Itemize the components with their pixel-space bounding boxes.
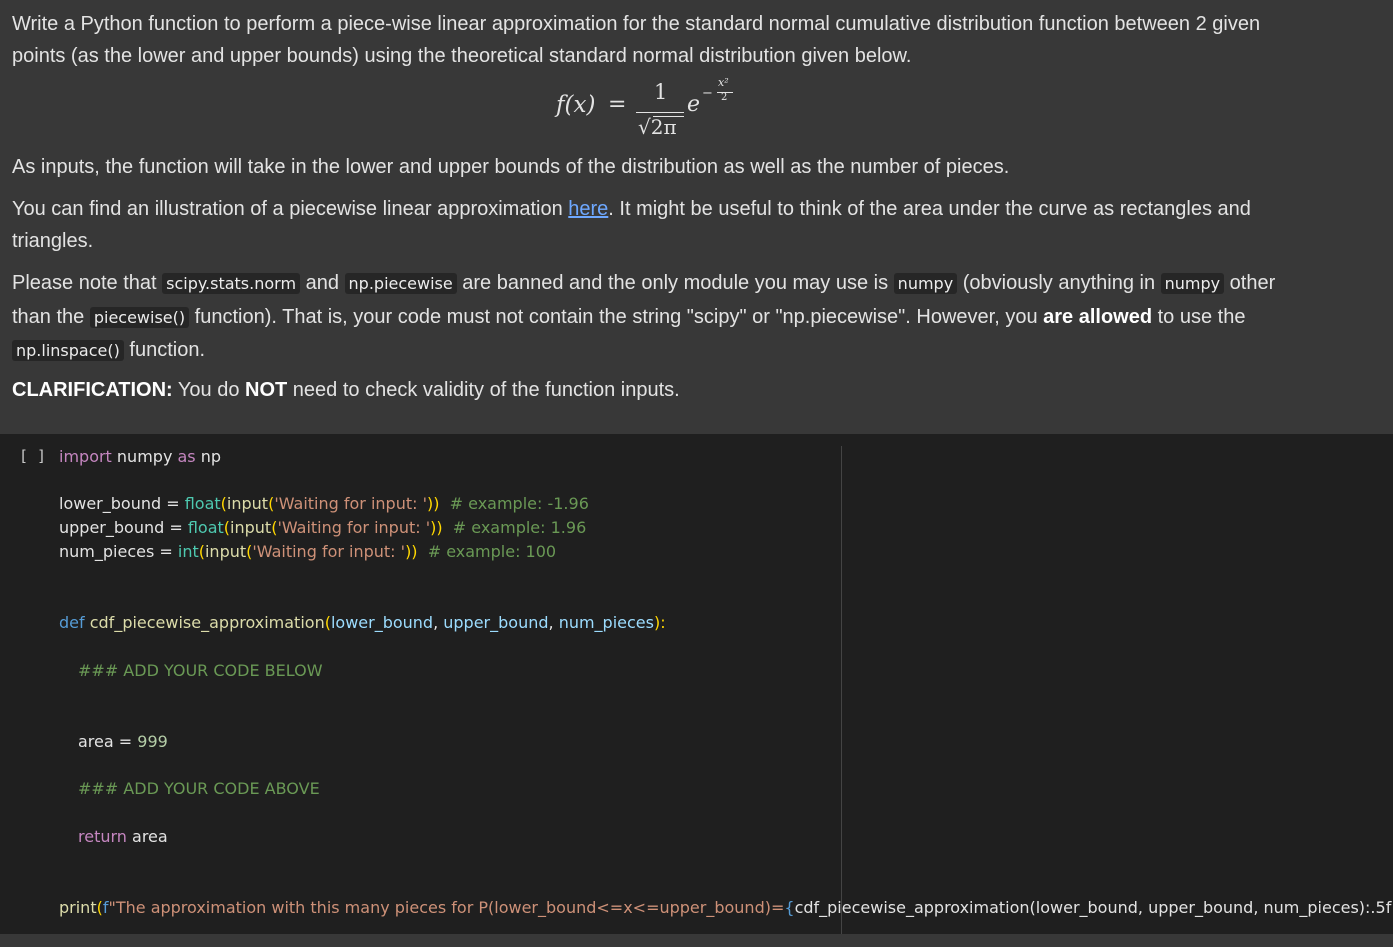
- code-line-area: area = 999: [78, 732, 168, 751]
- pdf-formula: f(x) = 1 √2π e − x² 2: [556, 76, 756, 144]
- illustration-paragraph: You can find an illustration of a piecew…: [12, 198, 1251, 252]
- inputs-paragraph: As inputs, the function will take in the…: [12, 156, 1010, 178]
- code-line-num-pieces: num_pieces = int(input('Waiting for inpu…: [59, 542, 557, 561]
- run-cell-button[interactable]: [ ]: [19, 447, 46, 465]
- code-line-import: import numpy as np: [59, 447, 222, 466]
- here-link[interactable]: here: [568, 198, 608, 220]
- code-line-comment-below: ### ADD YOUR CODE BELOW: [78, 661, 323, 680]
- code-cell-editor[interactable]: [ ] import numpy as np lower_bound = flo…: [0, 434, 1393, 934]
- line-length-ruler: [841, 446, 842, 934]
- code-line-return: return area: [78, 827, 168, 846]
- clarification-paragraph: CLARIFICATION: You do NOT need to check …: [12, 379, 680, 401]
- intro-paragraph: Write a Python function to perform a pie…: [12, 13, 1261, 67]
- code-line-print: print(f"The approximation with this many…: [59, 898, 1393, 917]
- code-line-lower-bound: lower_bound = float(input('Waiting for i…: [59, 494, 589, 513]
- notebook-footer: [0, 934, 1393, 947]
- code-line-def: def cdf_piecewise_approximation(lower_bo…: [59, 613, 666, 632]
- markdown-cell: Write a Python function to perform a pie…: [0, 0, 1393, 434]
- code-line-upper-bound: upper_bound = float(input('Waiting for i…: [59, 518, 587, 537]
- code-line-comment-above: ### ADD YOUR CODE ABOVE: [78, 779, 320, 798]
- restrictions-paragraph: Please note that scipy.stats.norm and np…: [12, 272, 1276, 361]
